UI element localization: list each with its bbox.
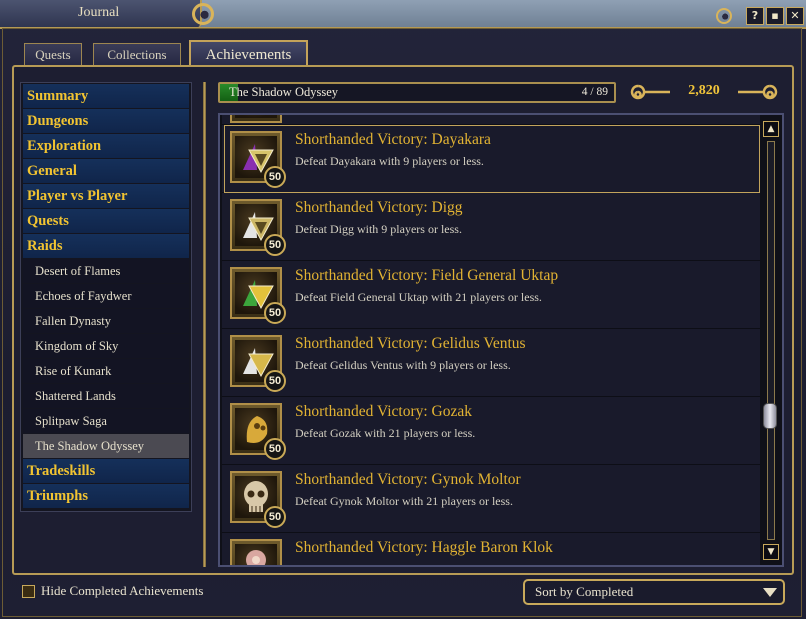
achievement-row[interactable]: 50 Shorthanded Victory: Digg Defeat Digg… xyxy=(222,193,760,261)
achievement-description: Defeat Gynok Moltor with 21 players or l… xyxy=(295,494,513,508)
achievement-title: Shorthanded Victory: Field General Uktap xyxy=(295,267,559,284)
achievement-scrollbar[interactable]: ▲ ▼ xyxy=(761,119,781,562)
achievement-title: Shorthanded Victory: Gozak xyxy=(295,403,472,420)
achievement-badge xyxy=(230,539,282,565)
sidebar-item-raids[interactable]: Raids xyxy=(23,234,189,258)
scroll-up-button[interactable]: ▲ xyxy=(763,121,779,137)
sidebar-item-pvp[interactable]: Player vs Player xyxy=(23,184,189,208)
title-bar[interactable]: Journal ? ▪ ✕ xyxy=(0,0,806,29)
title-tab: Journal xyxy=(0,0,202,27)
help-button[interactable]: ? xyxy=(746,7,764,25)
scroll-thumb[interactable] xyxy=(763,403,777,429)
category-progress-bar: The Shadow Odyssey 4 / 89 xyxy=(218,82,616,103)
achievement-points: 2,820 xyxy=(624,80,784,104)
achievement-row[interactable]: 50 Shorthanded Victory: Gozak Defeat Goz… xyxy=(222,397,760,465)
achievement-row[interactable]: 50 Shorthanded Victory: Gelidus Ventus D… xyxy=(222,329,760,397)
scroll-track[interactable] xyxy=(767,141,775,540)
category-sidebar: Summary Dungeons Exploration General Pla… xyxy=(20,82,192,512)
sort-dropdown[interactable]: Sort by Completed xyxy=(523,579,785,605)
achievement-title: Shorthanded Victory: Gynok Moltor xyxy=(295,471,521,488)
minimize-button[interactable]: ▪ xyxy=(766,7,784,25)
category-title: The Shadow Odyssey xyxy=(229,85,339,99)
sidebar-subitem-splitpaw-saga[interactable]: Splitpaw Saga xyxy=(23,409,189,433)
swirl-ornament-icon xyxy=(192,3,214,25)
achievement-title: Shorthanded Victory: Haggle Baron Klok xyxy=(295,539,553,556)
sidebar-item-summary[interactable]: Summary xyxy=(23,84,189,108)
swirl-right-icon xyxy=(738,84,778,100)
tab-collections[interactable]: Collections xyxy=(93,43,181,65)
hide-completed-label[interactable]: Hide Completed Achievements xyxy=(41,583,203,599)
achievement-badge: 50 xyxy=(230,471,286,528)
sidebar-item-exploration[interactable]: Exploration xyxy=(23,134,189,158)
achievement-description: Defeat Gelidus Ventus with 9 players or … xyxy=(295,358,511,372)
tab-achievements[interactable]: Achievements xyxy=(189,40,308,66)
sidebar-item-triumphs[interactable]: Triumphs xyxy=(23,484,189,508)
sidebar-item-quests[interactable]: Quests xyxy=(23,209,189,233)
achievement-row[interactable]: 50 Shorthanded Victory: Field General Uk… xyxy=(222,261,760,329)
sidebar-subitem-rise-of-kunark[interactable]: Rise of Kunark xyxy=(23,359,189,383)
achievement-description: Defeat Digg with 9 players or less. xyxy=(295,222,462,236)
sidebar-subitem-the-shadow-odyssey[interactable]: The Shadow Odyssey xyxy=(23,434,189,458)
achievement-row[interactable]: Shorthanded Victory: Haggle Baron Klok xyxy=(222,533,760,565)
journal-window: Journal ? ▪ ✕ Quests Collections Achieve… xyxy=(0,0,806,619)
achievement-badge: 50 xyxy=(230,199,286,256)
points-total: 2,820 xyxy=(688,83,720,98)
close-button[interactable]: ✕ xyxy=(786,7,804,25)
sidebar-subitem-kingdom-of-sky[interactable]: Kingdom of Sky xyxy=(23,334,189,358)
panel-divider[interactable] xyxy=(203,82,206,567)
achievement-badge xyxy=(230,115,282,123)
sidebar-subitem-echoes-of-faydwer[interactable]: Echoes of Faydwer xyxy=(23,284,189,308)
achievement-row[interactable]: 50 Shorthanded Victory: Gynok Moltor Def… xyxy=(222,465,760,533)
flower-icon xyxy=(246,550,266,565)
achievement-badge: 50 xyxy=(230,267,286,324)
achievement-title: Shorthanded Victory: Digg xyxy=(295,199,463,216)
achievement-description: Defeat Dayakara with 9 players or less. xyxy=(295,154,484,168)
sidebar-subitem-shattered-lands[interactable]: Shattered Lands xyxy=(23,384,189,408)
achievement-row[interactable]: 50 Shorthanded Victory: Dayakara Defeat … xyxy=(222,125,760,193)
swirl-ornament-icon xyxy=(716,8,732,24)
achievement-badge: 50 xyxy=(230,403,286,460)
achievement-title: Shorthanded Victory: Gelidus Ventus xyxy=(295,335,526,352)
scroll-down-button[interactable]: ▼ xyxy=(763,544,779,560)
achievement-list[interactable]: 50 Shorthanded Victory: Dayakara Defeat … xyxy=(218,113,784,567)
swirl-left-icon xyxy=(630,84,670,100)
sidebar-item-tradeskills[interactable]: Tradeskills xyxy=(23,459,189,483)
completion-count: 4 / 89 xyxy=(581,86,608,98)
achievement-badge: 50 xyxy=(230,131,286,188)
sidebar-item-dungeons[interactable]: Dungeons xyxy=(23,109,189,133)
sidebar-subitem-fallen-dynasty[interactable]: Fallen Dynasty xyxy=(23,309,189,333)
tab-quests[interactable]: Quests xyxy=(24,43,82,65)
chevron-down-icon xyxy=(763,588,777,597)
window-title: Journal xyxy=(78,5,120,20)
sidebar-item-general[interactable]: General xyxy=(23,159,189,183)
achievement-description: Defeat Gozak with 21 players or less. xyxy=(295,426,476,440)
achievement-row-partial[interactable] xyxy=(222,115,760,125)
window-buttons: ? ▪ ✕ xyxy=(746,6,804,26)
sort-dropdown-value: Sort by Completed xyxy=(535,584,634,599)
achievement-badge: 50 xyxy=(230,335,286,392)
hide-completed-checkbox[interactable] xyxy=(22,585,35,598)
sidebar-subitem-desert-of-flames[interactable]: Desert of Flames xyxy=(23,259,189,283)
achievement-description: Defeat Field General Uktap with 21 playe… xyxy=(295,290,542,304)
achievement-title: Shorthanded Victory: Dayakara xyxy=(295,131,491,148)
